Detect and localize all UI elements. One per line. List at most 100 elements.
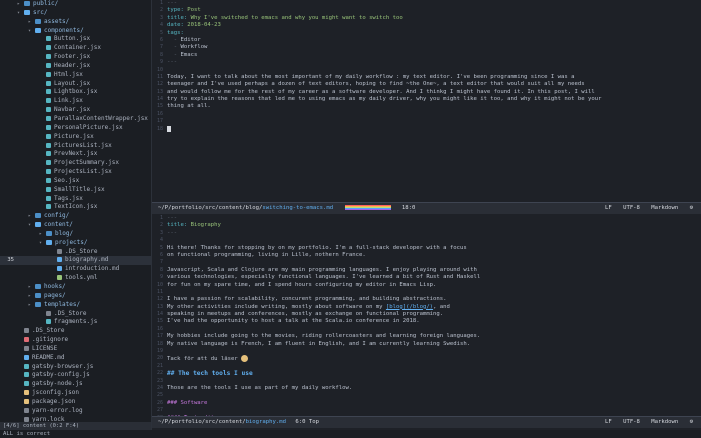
line-text[interactable]: for fun on my spare time, and I spend ho… [167, 282, 436, 289]
tree-entry[interactable]: fragments.js [39, 318, 97, 327]
tree-entry[interactable]: biography.md [50, 256, 108, 265]
editor-line[interactable]: 7 [152, 259, 701, 266]
tree-row[interactable]: yarn-error.log [0, 407, 151, 416]
tree-row[interactable]: ▸ templates/ [0, 301, 151, 310]
file-name[interactable]: SmallTitle.jsx [54, 186, 105, 193]
line-text[interactable]: try to explain the reasons that led me t… [167, 96, 601, 103]
tree-entry[interactable]: ▸ assets/ [28, 18, 69, 27]
line-text[interactable] [167, 125, 171, 134]
editor-line[interactable]: 16 [152, 326, 701, 333]
line-text[interactable]: title: Why I've switched to emacs and wh… [167, 15, 403, 22]
bottom-file-name[interactable]: biography.md [246, 419, 286, 425]
file-name[interactable]: Seo.jsx [54, 177, 79, 184]
file-name[interactable]: .DS_Store [54, 310, 87, 317]
editor-line[interactable]: 19 [152, 348, 701, 355]
editor-line[interactable]: 4 [152, 237, 701, 244]
folder-name[interactable]: public/ [33, 0, 58, 7]
tree-entry[interactable]: Layout.jsx [39, 80, 90, 89]
line-text[interactable]: I've had the opportunity to host a talk … [167, 318, 420, 325]
file-name[interactable]: gatsby-config.js [32, 371, 90, 378]
editor-line[interactable]: 3 title: Why I've switched to emacs and w… [152, 15, 701, 22]
file-name[interactable]: .gitignore [32, 336, 68, 343]
tree-row[interactable]: ▸ blog/ [0, 230, 151, 239]
editor-line[interactable]: 8 Javascript, Scala and Clojure are my ma… [152, 267, 701, 274]
editor-line[interactable]: 27 [152, 407, 701, 414]
tree-row[interactable]: Html.jsx [0, 71, 151, 80]
chevron-right-icon[interactable]: ▸ [28, 301, 35, 310]
line-text[interactable]: and would follow me for the rest of my c… [167, 89, 595, 96]
tree-entry[interactable]: ▾ src/ [17, 9, 47, 18]
file-name[interactable]: fragments.js [54, 318, 97, 325]
file-name[interactable]: gatsby-browser.js [32, 363, 93, 370]
tree-entry[interactable]: ▸ public/ [17, 0, 58, 9]
line-text[interactable]: - Emacs [167, 52, 198, 59]
folder-name[interactable]: pages/ [44, 292, 66, 299]
file-name[interactable]: PicturesList.jsx [54, 142, 112, 149]
tree-row[interactable]: Button.jsx [0, 35, 151, 44]
tree-row[interactable]: Header.jsx [0, 62, 151, 71]
file-name[interactable]: Container.jsx [54, 44, 101, 51]
editor-line[interactable]: 9 --- [152, 59, 701, 66]
tree-entry[interactable]: ▾ content/ [28, 221, 73, 230]
tree-entry[interactable]: README.md [17, 354, 65, 363]
tree-row[interactable]: gatsby-node.js [0, 380, 151, 389]
file-name[interactable]: README.md [32, 354, 65, 361]
editor-line[interactable]: 14 speaking in meetups and conferences, m… [152, 311, 701, 318]
file-name[interactable]: introduction.md [65, 265, 119, 272]
chevron-right-icon[interactable]: ▸ [39, 230, 46, 239]
settings-icon[interactable]: ⚙ [690, 205, 693, 211]
file-name[interactable]: Button.jsx [54, 35, 90, 42]
top-major-mode[interactable]: Markdown [651, 205, 678, 211]
editor-line[interactable]: 10 for fun on my spare time, and I spend … [152, 282, 701, 289]
line-text[interactable]: type: Post [167, 7, 201, 14]
tree-row[interactable]: ▾ projects/ [0, 239, 151, 248]
tree-entry[interactable]: ▸ pages/ [28, 292, 66, 301]
tree-row[interactable]: ParallaxContentWrapper.jsx [0, 115, 151, 124]
tree-entry[interactable]: .DS_Store [50, 248, 98, 257]
editor-line[interactable]: 24 Those are the tools I use as part of m… [152, 385, 701, 392]
tree-entry[interactable]: gatsby-browser.js [17, 363, 93, 372]
tree-row[interactable]: PicturesList.jsx [0, 142, 151, 151]
chevron-down-icon[interactable]: ▾ [39, 239, 46, 248]
chevron-right-icon[interactable]: ▸ [28, 292, 35, 301]
file-name[interactable]: yarn-error.log [32, 407, 83, 414]
tree-row[interactable]: PersonalPicture.jsx [0, 124, 151, 133]
line-text[interactable]: teenager and I've used perhaps a dozen o… [167, 81, 585, 88]
tree-row[interactable]: Layout.jsx [0, 80, 151, 89]
markdown-link[interactable]: [blog](/blog/) [386, 304, 433, 310]
tree-entry[interactable]: tools.yml [50, 274, 98, 283]
line-text[interactable]: Hi there! Thanks for stopping by on my p… [167, 245, 467, 252]
chevron-down-icon[interactable]: ▾ [28, 221, 35, 230]
top-file-name[interactable]: switching-to-emacs.md [262, 205, 333, 211]
file-name[interactable]: Tags.jsx [54, 195, 83, 202]
line-text[interactable]: Javascript, Scala and Clojure are my mai… [167, 267, 477, 274]
editor-line[interactable]: 5 Hi there! Thanks for stopping by on my … [152, 245, 701, 252]
file-name[interactable]: Html.jsx [54, 71, 83, 78]
line-text[interactable]: My native language is French, I am fluen… [167, 341, 470, 348]
editor-line[interactable]: 21 [152, 363, 701, 370]
tree-row[interactable]: ▸ config/ [0, 212, 151, 221]
tree-row[interactable]: Tags.jsx [0, 195, 151, 204]
folder-name[interactable]: src/ [33, 9, 47, 16]
file-name[interactable]: ProjectsList.jsx [54, 168, 112, 175]
folder-name[interactable]: config/ [44, 212, 69, 219]
tree-row[interactable]: LICENSE [0, 345, 151, 354]
tree-row[interactable]: Navbar.jsx [0, 106, 151, 115]
folder-name[interactable]: assets/ [44, 18, 69, 25]
tree-entry[interactable]: jsconfig.json [17, 389, 79, 398]
tree-entry[interactable]: ▾ components/ [28, 27, 84, 36]
folder-name[interactable]: projects/ [55, 239, 88, 246]
editor-line[interactable]: 5 tags: [152, 30, 701, 37]
tree-entry[interactable]: ▸ blog/ [39, 230, 73, 239]
tree-row[interactable]: TextIcon.jsx [0, 203, 151, 212]
tree-entry[interactable]: LICENSE [17, 345, 57, 354]
chevron-right-icon[interactable]: ▸ [17, 0, 24, 9]
editor-line[interactable]: 1 --- [152, 215, 701, 222]
file-name[interactable]: Lightbox.jsx [54, 88, 97, 95]
editor-line[interactable]: 3 --- [152, 230, 701, 237]
chevron-right-icon[interactable]: ▸ [28, 18, 35, 27]
tree-entry[interactable]: .DS_Store [39, 310, 87, 319]
file-name[interactable]: jsconfig.json [32, 389, 79, 396]
editor-line[interactable]: 11 [152, 289, 701, 296]
tree-entry[interactable]: ProjectSummary.jsx [39, 159, 119, 168]
